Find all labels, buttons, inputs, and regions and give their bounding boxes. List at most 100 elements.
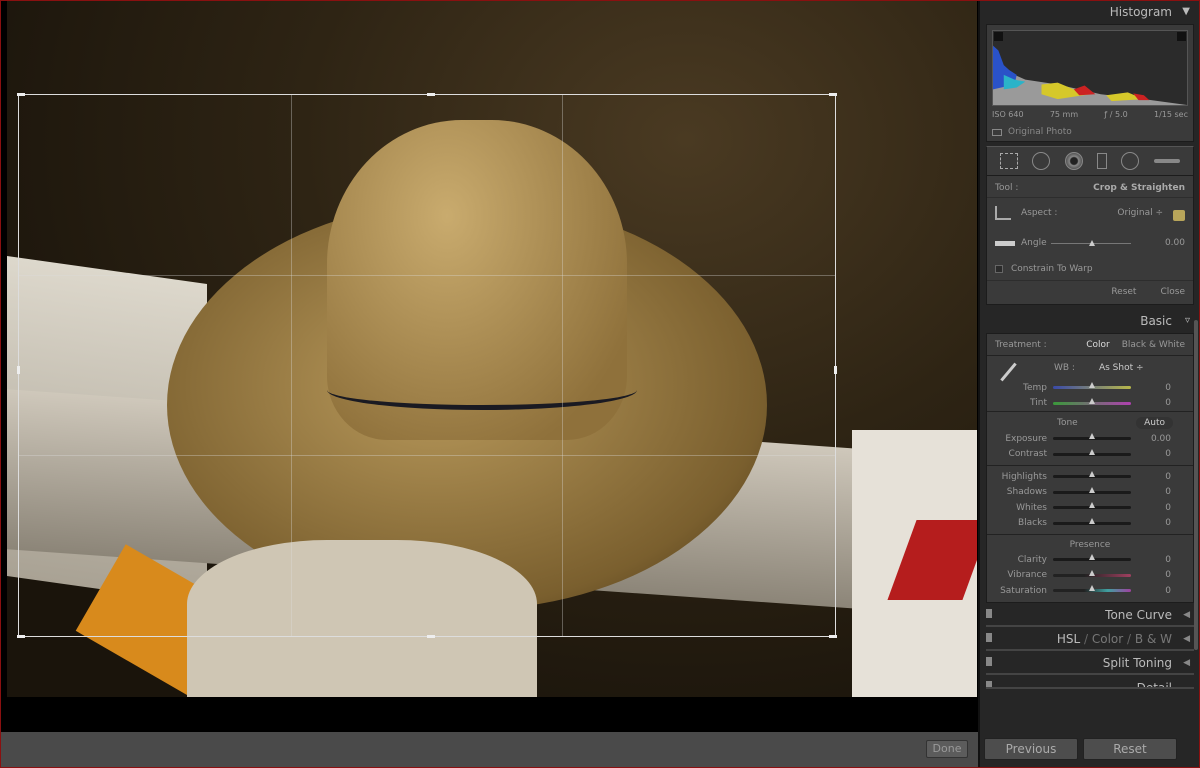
- temp-value[interactable]: 0: [1131, 383, 1171, 393]
- done-button[interactable]: Done: [926, 740, 968, 758]
- spot-removal-icon[interactable]: [1032, 152, 1050, 170]
- crop-handle-tr[interactable]: [829, 93, 837, 96]
- histogram-header[interactable]: Histogram▼: [980, 0, 1200, 24]
- saturation-slider-thumb[interactable]: [1089, 585, 1095, 591]
- tint-value[interactable]: 0: [1131, 398, 1171, 408]
- tone-label: Tone: [1057, 418, 1078, 428]
- histogram-graph: [992, 30, 1188, 106]
- temp-slider[interactable]: [1053, 386, 1131, 389]
- crop-handle-bottom[interactable]: [427, 635, 435, 638]
- eyedropper-icon[interactable]: [1000, 363, 1016, 382]
- treatment-color[interactable]: Color: [1086, 340, 1110, 350]
- tint-slider-thumb[interactable]: [1089, 398, 1095, 404]
- angle-value[interactable]: 0.00: [1165, 238, 1185, 248]
- crop-close-button[interactable]: Close: [1160, 287, 1185, 297]
- tool-name: Crop & Straighten: [1093, 183, 1185, 193]
- crop-overlay[interactable]: [18, 94, 836, 637]
- color-tab[interactable]: Color: [1092, 632, 1123, 646]
- tint-slider[interactable]: [1053, 402, 1131, 405]
- shadow-clipping-icon[interactable]: [994, 32, 1003, 41]
- shadows-slider-thumb[interactable]: [1089, 487, 1095, 493]
- wb-select[interactable]: As Shot ÷: [1099, 363, 1144, 373]
- saturation-value[interactable]: 0: [1131, 586, 1171, 596]
- radial-filter-icon[interactable]: [1121, 152, 1139, 170]
- basic-header[interactable]: Basic▿: [980, 309, 1200, 333]
- crop-handle-tl[interactable]: [17, 93, 25, 96]
- straighten-tool-icon[interactable]: [995, 206, 1011, 220]
- crop-tool-icon[interactable]: [1000, 153, 1018, 169]
- aspect-select[interactable]: Original ÷: [1117, 208, 1163, 218]
- contrast-value[interactable]: 0: [1131, 449, 1171, 459]
- clarity-slider[interactable]: [1053, 558, 1131, 561]
- hsl-tab[interactable]: HSL: [1057, 632, 1080, 646]
- contrast-slider-thumb[interactable]: [1089, 449, 1095, 455]
- blacks-slider-thumb[interactable]: [1089, 518, 1095, 524]
- aperture-value: ƒ / 5.0: [1104, 110, 1127, 119]
- crop-panel: Tool :Crop & Straighten Aspect : Origina…: [986, 175, 1194, 305]
- constrain-to-warp-checkbox[interactable]: [995, 265, 1003, 273]
- level-icon[interactable]: [995, 241, 1015, 246]
- presence-label: Presence: [1070, 540, 1111, 550]
- shadows-label: Shadows: [993, 487, 1053, 497]
- lock-icon[interactable]: [1173, 210, 1185, 221]
- basic-title: Basic: [1140, 314, 1172, 328]
- panel-switch-icon[interactable]: [986, 657, 992, 666]
- graduated-filter-icon[interactable]: [1097, 153, 1107, 169]
- angle-slider-thumb[interactable]: [1089, 240, 1095, 246]
- auto-tone-button[interactable]: Auto: [1136, 417, 1173, 429]
- exposure-slider-row: Exposure0.00: [987, 431, 1193, 447]
- bw-tab[interactable]: B & W: [1135, 632, 1172, 646]
- tone-curve-header[interactable]: Tone Curve◀: [986, 603, 1194, 627]
- crop-handle-left[interactable]: [17, 366, 20, 374]
- whites-value[interactable]: 0: [1131, 503, 1171, 513]
- contrast-slider[interactable]: [1053, 453, 1131, 456]
- crop-handle-top[interactable]: [427, 93, 435, 96]
- reset-button[interactable]: Reset: [1083, 738, 1177, 760]
- vibrance-slider[interactable]: [1053, 574, 1131, 577]
- previous-button[interactable]: Previous: [984, 738, 1078, 760]
- whites-slider[interactable]: [1053, 506, 1131, 509]
- whites-slider-thumb[interactable]: [1089, 502, 1095, 508]
- blacks-value[interactable]: 0: [1131, 518, 1171, 528]
- vibrance-slider-thumb[interactable]: [1089, 570, 1095, 576]
- clarity-slider-row: Clarity0: [987, 552, 1193, 568]
- shadows-slider[interactable]: [1053, 491, 1131, 494]
- highlights-value[interactable]: 0: [1131, 472, 1171, 482]
- red-eye-icon[interactable]: [1065, 152, 1083, 170]
- highlights-slider-thumb[interactable]: [1089, 471, 1095, 477]
- crop-handle-right[interactable]: [834, 366, 837, 374]
- highlights-slider[interactable]: [1053, 475, 1131, 478]
- crop-handle-br[interactable]: [829, 635, 837, 638]
- detail-header[interactable]: Detail: [986, 675, 1194, 689]
- temp-slider-thumb[interactable]: [1089, 382, 1095, 388]
- original-photo-checkbox[interactable]: [992, 129, 1002, 136]
- exposure-value[interactable]: 0.00: [1131, 434, 1171, 444]
- crop-reset-button[interactable]: Reset: [1111, 287, 1136, 297]
- blacks-slider-row: Blacks0: [987, 516, 1193, 532]
- shadows-value[interactable]: 0: [1131, 487, 1171, 497]
- saturation-label: Saturation: [993, 586, 1053, 596]
- split-toning-header[interactable]: Split Toning◀: [986, 651, 1194, 675]
- angle-slider[interactable]: [1051, 243, 1131, 244]
- crop-handle-bl[interactable]: [17, 635, 25, 638]
- panel-switch-icon[interactable]: [986, 633, 992, 642]
- image-canvas[interactable]: [0, 0, 978, 732]
- highlight-clipping-icon[interactable]: [1177, 32, 1186, 41]
- exposure-slider-thumb[interactable]: [1089, 433, 1095, 439]
- adjustment-brush-icon[interactable]: [1154, 159, 1180, 163]
- exposure-slider[interactable]: [1053, 437, 1131, 440]
- highlights-label: Highlights: [993, 472, 1053, 482]
- clarity-value[interactable]: 0: [1131, 555, 1171, 565]
- blacks-slider[interactable]: [1053, 522, 1131, 525]
- panel-switch-icon[interactable]: [986, 681, 992, 689]
- tone-curve-title: Tone Curve: [1105, 608, 1172, 622]
- clarity-slider-thumb[interactable]: [1089, 554, 1095, 560]
- panel-scrollbar[interactable]: [1194, 320, 1198, 650]
- tool-label: Tool :: [995, 183, 1018, 193]
- panel-switch-icon[interactable]: [986, 609, 992, 618]
- hsl-header[interactable]: HSL / Color / B & W◀: [986, 627, 1194, 651]
- saturation-slider[interactable]: [1053, 589, 1131, 592]
- treatment-black-white[interactable]: Black & White: [1122, 340, 1185, 350]
- constrain-to-warp-label: Constrain To Warp: [1011, 264, 1093, 274]
- vibrance-value[interactable]: 0: [1131, 570, 1171, 580]
